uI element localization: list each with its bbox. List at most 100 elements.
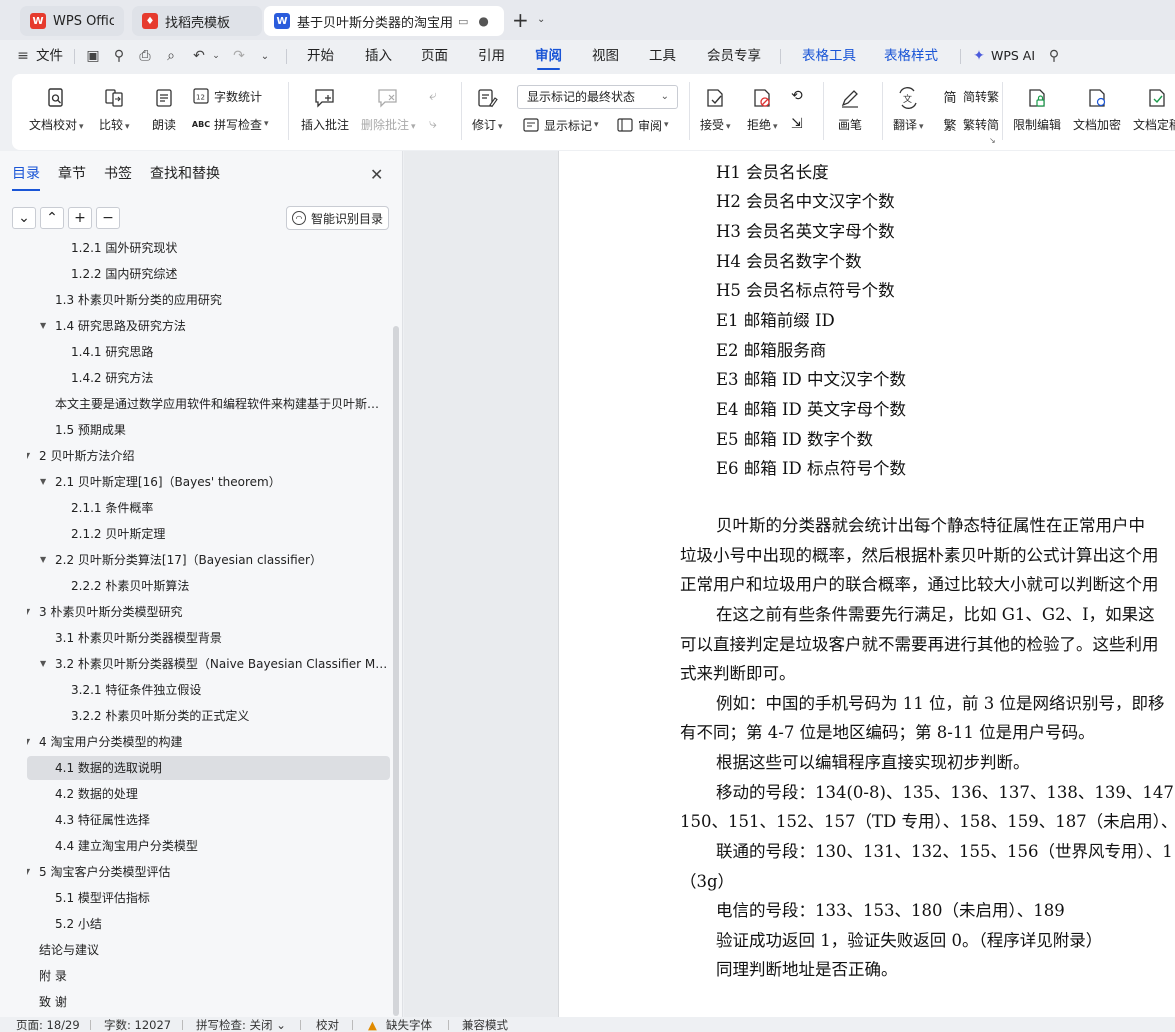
- toc-item[interactable]: 3.2.1 特征条件独立假设: [27, 678, 390, 702]
- print-preview-icon[interactable]: ⌕: [162, 47, 180, 65]
- compare-button[interactable]: 比较 ▾: [99, 85, 130, 133]
- proofread-indicator[interactable]: 校对: [316, 1018, 339, 1032]
- menu-home[interactable]: 开始: [307, 40, 334, 72]
- simplified-to-traditional-button[interactable]: 简 简转繁: [941, 87, 999, 106]
- menu-table-style[interactable]: 表格样式: [884, 40, 938, 72]
- toc-item[interactable]: 3.1 朴素贝叶斯分类器模型背景: [27, 626, 390, 650]
- expand-triangle-icon[interactable]: ▼: [40, 470, 46, 494]
- expand-triangle-icon[interactable]: ▼: [40, 548, 46, 572]
- toc-item[interactable]: 结论与建议: [27, 938, 390, 962]
- print-icon[interactable]: ⎙: [136, 47, 154, 65]
- word-count-indicator[interactable]: 字数: 12027: [104, 1018, 171, 1032]
- menu-references[interactable]: 引用: [478, 40, 505, 72]
- toc-item[interactable]: ▼ 3.2 朴素贝叶斯分类器模型（Naive Bayesian Classifie…: [27, 652, 390, 676]
- next-comment-icon[interactable]: ⤷: [429, 116, 437, 132]
- next-change-icon[interactable]: ⇲: [791, 116, 803, 132]
- toc-item[interactable]: 1.3 朴素贝叶斯分类的应用研究: [27, 288, 390, 312]
- toc-item[interactable]: ▼ 2.2 贝叶斯分类算法[17]（Bayesian classifier）: [27, 548, 390, 572]
- restrict-edit-button[interactable]: 限制编辑: [1013, 85, 1061, 133]
- dialog-launcher-icon[interactable]: ↘: [989, 136, 996, 145]
- menu-wps-ai[interactable]: WPS AI: [991, 40, 1035, 72]
- tab-docer-templates[interactable]: ♦ 找稻壳模板: [132, 6, 262, 36]
- menu-review[interactable]: 审阅: [535, 40, 562, 72]
- doc-final-button[interactable]: 文档定稿: [1133, 85, 1175, 133]
- tab-wps-office[interactable]: W WPS Office: [20, 6, 124, 36]
- show-markup-button[interactable]: 显示标记 ▾: [522, 116, 599, 134]
- toc-item[interactable]: ▼ 5 淘宝客户分类模型评估: [27, 860, 390, 884]
- toc-item[interactable]: 3.2.2 朴素贝叶斯分类的正式定义: [27, 704, 390, 728]
- toc-item[interactable]: 4.2 数据的处理: [27, 782, 390, 806]
- add-heading-button[interactable]: +: [68, 207, 92, 229]
- toc-item[interactable]: ▼ 2 贝叶斯方法介绍: [27, 444, 390, 468]
- tab-toc[interactable]: 目录: [12, 163, 40, 191]
- chevron-down-icon[interactable]: ⌄: [537, 14, 545, 25]
- toc-item[interactable]: 5.1 模型评估指标: [27, 886, 390, 910]
- toc-item[interactable]: ▼ 3 朴素贝叶斯分类模型研究: [27, 600, 390, 624]
- close-tab-icon[interactable]: ●: [478, 14, 488, 28]
- menu-view[interactable]: 视图: [592, 40, 619, 72]
- expand-triangle-icon[interactable]: ▼: [40, 652, 46, 676]
- toc-item[interactable]: 4.4 建立淘宝用户分类模型: [27, 834, 390, 858]
- toc-item[interactable]: 1.2.1 国外研究现状: [27, 238, 390, 260]
- customize-dropdown-icon[interactable]: ⌄: [256, 47, 274, 65]
- encrypt-button[interactable]: 文档加密: [1073, 85, 1121, 133]
- traditional-to-simplified-button[interactable]: 繁 繁转简: [941, 115, 999, 134]
- toc-item[interactable]: 致 谢: [27, 990, 390, 1014]
- spell-check-button[interactable]: ABC 拼写检查 ▾: [192, 115, 269, 133]
- menu-table-tools[interactable]: 表格工具: [802, 40, 856, 72]
- menu-tools[interactable]: 工具: [649, 40, 676, 72]
- accept-button[interactable]: 接受 ▾: [700, 85, 731, 133]
- translate-button[interactable]: 文 翻译 ▾: [893, 85, 924, 133]
- previous-change-icon[interactable]: ⟲: [791, 88, 803, 104]
- reject-button[interactable]: 拒绝 ▾: [747, 85, 778, 133]
- toc-item[interactable]: 1.2.2 国内研究综述: [27, 262, 390, 286]
- smart-toc-button[interactable]: ◠ 智能识别目录: [286, 206, 389, 230]
- spell-check-indicator[interactable]: 拼写检查: 关闭 ⌄: [196, 1018, 286, 1032]
- delete-comment-button[interactable]: 删除批注 ▾: [361, 85, 416, 133]
- undo-dropdown-icon[interactable]: ⌄: [207, 47, 225, 65]
- tab-current-document[interactable]: W 基于贝叶斯分类器的淘宝用户分类模型研究 ▭ ●: [264, 6, 504, 36]
- save-icon[interactable]: ▣: [84, 47, 102, 65]
- toc-item[interactable]: 1.5 预期成果: [27, 418, 390, 442]
- expand-triangle-icon[interactable]: ▼: [27, 600, 30, 624]
- toc-item[interactable]: 1.4.2 研究方法: [27, 366, 390, 390]
- expand-triangle-icon[interactable]: ▼: [27, 730, 30, 754]
- wps-ai-icon[interactable]: ✦: [970, 47, 988, 65]
- page-indicator[interactable]: 页面: 18/29: [16, 1018, 80, 1032]
- markup-state-select[interactable]: 显示标记的最终状态 ⌄: [517, 85, 678, 109]
- remove-heading-button[interactable]: −: [96, 207, 120, 229]
- search-icon[interactable]: ⚲: [1045, 47, 1063, 65]
- toc-item[interactable]: ▼ 2.1 贝叶斯定理[16]（Bayes' theorem）: [27, 470, 390, 494]
- word-count-button[interactable]: 12 字数统计: [192, 87, 262, 105]
- share-icon[interactable]: ⚲: [110, 47, 128, 65]
- toc-item[interactable]: 2.1.1 条件概率: [27, 496, 390, 520]
- toc-item[interactable]: ▼ 1.4 研究思路及研究方法: [27, 314, 390, 338]
- read-aloud-button[interactable]: 朗读: [151, 85, 177, 133]
- toc-item[interactable]: 5.2 小结: [27, 912, 390, 936]
- redo-icon[interactable]: ↷: [230, 47, 248, 65]
- collapse-level-button[interactable]: ⌄: [12, 207, 36, 229]
- toc-item[interactable]: 4.1 数据的选取说明: [27, 756, 390, 780]
- review-pane-button[interactable]: 审阅 ▾: [616, 116, 669, 134]
- menu-file[interactable]: 文件: [36, 40, 63, 72]
- tab-bookmarks[interactable]: 书签: [104, 163, 132, 183]
- doc-check-button[interactable]: 文档校对 ▾: [29, 85, 84, 133]
- toc-item[interactable]: 1.4.1 研究思路: [27, 340, 390, 364]
- undo-icon[interactable]: ↶: [190, 47, 208, 65]
- expand-triangle-icon[interactable]: ▼: [27, 444, 30, 468]
- insert-comment-button[interactable]: 插入批注: [301, 85, 349, 133]
- toc-item[interactable]: 2.1.2 贝叶斯定理: [27, 522, 390, 546]
- new-tab-plus-icon[interactable]: +: [512, 9, 529, 31]
- toc-item[interactable]: 2.2.2 朴素贝叶斯算法: [27, 574, 390, 598]
- tab-find-replace[interactable]: 查找和替换: [150, 163, 220, 183]
- expand-triangle-icon[interactable]: ▼: [27, 860, 30, 884]
- menu-member[interactable]: 会员专享: [707, 40, 761, 72]
- expand-triangle-icon[interactable]: ▼: [40, 314, 46, 338]
- tab-sections[interactable]: 章节: [58, 163, 86, 183]
- close-icon[interactable]: ✕: [370, 165, 383, 184]
- track-changes-button[interactable]: 修订 ▾: [472, 85, 503, 133]
- hamburger-menu-icon[interactable]: ≡: [14, 47, 32, 65]
- toc-item[interactable]: ▼ 4 淘宝用户分类模型的构建: [27, 730, 390, 754]
- compat-mode-indicator[interactable]: 兼容模式: [462, 1018, 508, 1032]
- document-page[interactable]: H1 会员名长度 H2 会员名中文汉字个数 H3 会员名英文字母个数 H4 会员名数字…: [558, 151, 1175, 1017]
